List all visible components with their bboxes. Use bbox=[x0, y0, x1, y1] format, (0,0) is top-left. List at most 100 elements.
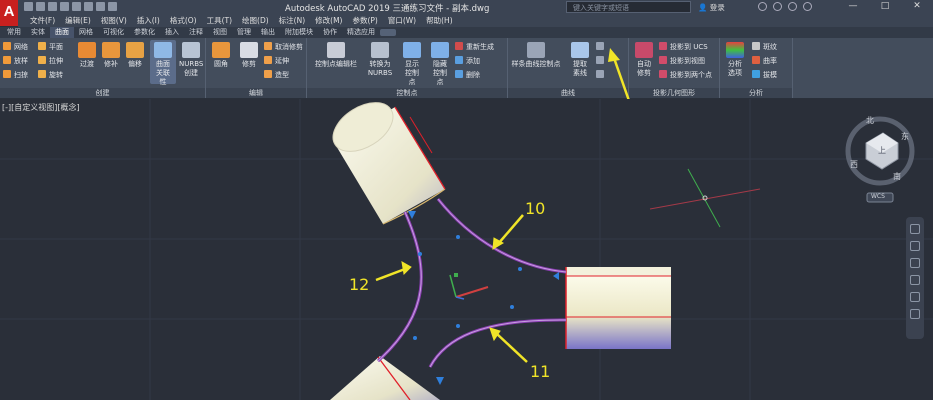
menu-window[interactable]: 窗口(W) bbox=[388, 15, 416, 27]
search-input[interactable]: 键入关键字或短语 bbox=[566, 1, 691, 13]
offset-button[interactable]: 偏移 bbox=[124, 42, 146, 69]
panel-edit: 圆角 修剪 取消修剪 延伸 造型 编辑 bbox=[206, 38, 307, 98]
panel-label-analysis: 分析 bbox=[720, 88, 792, 98]
menu-modify[interactable]: 修改(M) bbox=[315, 15, 342, 27]
maximize-button[interactable]: □ bbox=[869, 0, 901, 14]
tab-solid[interactable]: 实体 bbox=[26, 27, 50, 38]
sweep-button[interactable]: 扫掠 bbox=[3, 70, 28, 80]
loft-button[interactable]: 放样 bbox=[3, 56, 28, 66]
menu-insert[interactable]: 插入(I) bbox=[137, 15, 160, 27]
minimize-button[interactable]: — bbox=[837, 0, 869, 14]
add-cv-button[interactable]: 添加 bbox=[455, 56, 480, 66]
exchange-icon[interactable] bbox=[773, 2, 782, 11]
tab-collaborate[interactable]: 协作 bbox=[318, 27, 342, 38]
open-icon[interactable] bbox=[36, 2, 45, 11]
redo-icon[interactable] bbox=[108, 2, 117, 11]
login-button[interactable]: 👤 登录 bbox=[698, 2, 725, 13]
project-view-button[interactable]: 投影到视图 bbox=[659, 56, 705, 66]
tab-visualize[interactable]: 可视化 bbox=[98, 27, 129, 38]
tab-manage[interactable]: 管理 bbox=[232, 27, 256, 38]
tab-parametric[interactable]: 参数化 bbox=[129, 27, 160, 38]
project-two-points-button[interactable]: 投影到两个点 bbox=[659, 70, 712, 80]
orbit-icon[interactable] bbox=[910, 275, 920, 285]
tab-mesh[interactable]: 网格 bbox=[74, 27, 98, 38]
cart-icon[interactable] bbox=[758, 2, 767, 11]
delete-cv-button[interactable]: 删除 bbox=[455, 70, 480, 80]
show-cv-button[interactable]: 显示控制点 bbox=[399, 42, 425, 87]
nurbs-icon bbox=[182, 42, 200, 58]
tab-surface[interactable]: 曲面 bbox=[50, 27, 74, 38]
cv-edit-bar-button[interactable]: 控制点编辑栏 bbox=[313, 42, 359, 69]
callout-label-11: 11 bbox=[530, 362, 551, 381]
project-ucs-button[interactable]: 投影到 UCS bbox=[659, 42, 708, 52]
undo-icon[interactable] bbox=[96, 2, 105, 11]
rebuild-button[interactable]: 重新生成 bbox=[455, 42, 494, 52]
viewcube-face-top[interactable]: 上 bbox=[878, 145, 886, 156]
convert-to-nurbs-button[interactable]: 转换为NURBS bbox=[365, 42, 395, 78]
extract-isolines-button[interactable]: 提取素线 bbox=[568, 42, 592, 78]
menu-file[interactable]: 文件(F) bbox=[30, 15, 55, 27]
sculpt-button[interactable]: 造型 bbox=[264, 70, 289, 80]
tab-home[interactable]: 常用 bbox=[2, 27, 26, 38]
surface-associativity-button[interactable]: 曲面关联性 bbox=[150, 40, 176, 86]
menu-draw[interactable]: 绘图(D) bbox=[242, 15, 269, 27]
menu-format[interactable]: 格式(O) bbox=[170, 15, 197, 27]
zoom-icon[interactable] bbox=[910, 258, 920, 268]
help-icon[interactable] bbox=[803, 2, 812, 11]
menu-view[interactable]: 视图(V) bbox=[101, 15, 127, 27]
menu-edit[interactable]: 编辑(E) bbox=[65, 15, 91, 27]
tab-output[interactable]: 输出 bbox=[256, 27, 280, 38]
extrude-button[interactable]: 拉伸 bbox=[38, 56, 63, 66]
app-menu-button[interactable]: A bbox=[0, 0, 18, 26]
tab-view[interactable]: 视图 bbox=[208, 27, 232, 38]
tab-featured-apps[interactable]: 精选应用 bbox=[342, 27, 380, 38]
new-icon[interactable] bbox=[24, 2, 33, 11]
viewcube-north[interactable]: 北 bbox=[866, 115, 874, 126]
analysis-options-button[interactable]: 分析选项 bbox=[722, 42, 748, 78]
showmotion-icon[interactable] bbox=[910, 292, 920, 302]
draft-button[interactable]: 拔模 bbox=[752, 70, 777, 80]
network-button[interactable]: 网络 bbox=[3, 42, 28, 52]
wcs-menu-button[interactable]: WCS bbox=[871, 193, 885, 200]
menu-help[interactable]: 帮助(H) bbox=[426, 15, 453, 27]
hide-cv-button[interactable]: 隐藏控制点 bbox=[427, 42, 453, 87]
spline-cv-button[interactable]: 样条曲线控制点 bbox=[510, 42, 562, 69]
pan-icon[interactable] bbox=[910, 241, 920, 251]
viewcube-east[interactable]: 东 bbox=[901, 131, 909, 142]
blend-surface-edges[interactable] bbox=[376, 198, 567, 368]
grip-points[interactable] bbox=[408, 211, 559, 385]
viewcube-west[interactable]: 西 bbox=[850, 159, 858, 170]
planar-button[interactable]: 平面 bbox=[38, 42, 63, 52]
navbar-menu-icon[interactable] bbox=[910, 309, 920, 319]
ribbon-toggle-button[interactable] bbox=[380, 29, 396, 36]
a360-icon[interactable] bbox=[788, 2, 797, 11]
patch-button[interactable]: 修补 bbox=[100, 42, 122, 69]
save-as-icon[interactable] bbox=[60, 2, 69, 11]
tab-insert[interactable]: 插入 bbox=[160, 27, 184, 38]
pipe-top-left[interactable] bbox=[324, 99, 446, 225]
menu-dimension[interactable]: 标注(N) bbox=[279, 15, 305, 27]
zebra-button[interactable]: 斑纹 bbox=[752, 42, 777, 52]
close-button[interactable]: ✕ bbox=[901, 0, 933, 14]
drawing-viewport[interactable]: [-][自定义视图][概念] 10 11 12 北 东 西 南 上 WCS bbox=[0, 99, 933, 400]
web-icon[interactable] bbox=[72, 2, 81, 11]
pipe-bottom-left[interactable] bbox=[330, 356, 440, 400]
extend-button[interactable]: 延伸 bbox=[264, 56, 289, 66]
tab-annotate[interactable]: 注释 bbox=[184, 27, 208, 38]
print-icon[interactable] bbox=[84, 2, 93, 11]
pipe-right[interactable] bbox=[565, 267, 671, 349]
blend-button[interactable]: 过渡 bbox=[76, 42, 98, 69]
save-icon[interactable] bbox=[48, 2, 57, 11]
viewcube-south[interactable]: 南 bbox=[893, 171, 901, 182]
menu-tools[interactable]: 工具(T) bbox=[207, 15, 232, 27]
tab-addins[interactable]: 附加模块 bbox=[280, 27, 318, 38]
revolve-button[interactable]: 旋转 bbox=[38, 70, 63, 80]
ucs-icon bbox=[449, 273, 489, 300]
menu-parametric[interactable]: 参数(P) bbox=[352, 15, 377, 27]
untrim-button[interactable]: 取消修剪 bbox=[264, 42, 303, 52]
nurbs-creation-button[interactable]: NURBS创建 bbox=[178, 42, 204, 78]
steering-wheel-icon[interactable] bbox=[910, 224, 920, 234]
fillet-button[interactable]: 圆角 bbox=[210, 42, 232, 69]
trim-button[interactable]: 修剪 bbox=[238, 42, 260, 69]
curvature-button[interactable]: 曲率 bbox=[752, 56, 777, 66]
